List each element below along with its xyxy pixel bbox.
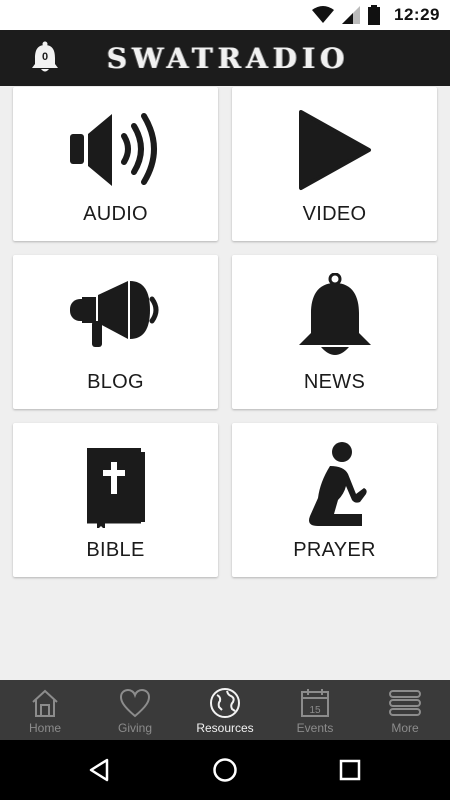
status-time: 12:29 [394,5,440,24]
tab-label: Home [28,721,61,735]
menu-icon [389,690,421,716]
tab-more[interactable]: More [360,680,450,740]
tab-label: More [391,721,419,735]
battery-icon [368,5,381,25]
system-nav-bar [0,740,450,800]
tab-home[interactable]: Home [0,680,90,740]
tile-prayer[interactable]: PRAYER [232,423,437,577]
tile-audio[interactable]: AUDIO [13,87,218,241]
tile-video[interactable]: VIDEO [232,87,437,241]
wifi-icon [312,6,335,23]
back-triangle-icon [89,758,109,782]
recents-square-icon [339,759,361,781]
tile-bible[interactable]: BIBLE [13,423,218,577]
bible-icon [86,448,145,528]
notifications-button[interactable]: 0 [28,40,62,76]
calendar-day: 15 [309,705,321,716]
tile-label: BLOG [87,371,144,393]
tile-news[interactable]: NEWS [232,255,437,409]
status-bar: 12:29 [0,0,450,30]
notification-count: 0 [41,51,49,63]
tile-blog[interactable]: BLOG [13,255,218,409]
megaphone-icon [69,281,158,347]
heart-icon [119,688,151,718]
nav-back-button[interactable] [84,755,114,785]
tile-label: AUDIO [83,203,148,225]
play-icon [298,110,371,190]
tile-label: PRAYER [293,539,376,561]
nav-home-button[interactable] [210,755,240,785]
praying-person-icon [308,442,367,526]
brand-logo: SWATRADIO [106,41,350,75]
speaker-icon [69,113,157,186]
globe-icon [210,688,240,718]
tile-label: VIDEO [302,203,367,225]
app-header: 0 SWATRADIO [0,30,450,86]
tab-label: Events [296,721,334,735]
cell-signal-icon [342,6,361,24]
tab-events[interactable]: 15 Events [270,680,360,740]
tab-label: Resources [196,721,254,735]
tile-label: NEWS [303,371,366,393]
bottom-tab-bar: Home Giving Resources 15 Events More [0,680,450,740]
home-circle-icon [213,758,237,782]
tab-label: Giving [117,721,152,735]
tab-resources[interactable]: Resources [180,680,270,740]
tab-giving[interactable]: Giving [90,680,180,740]
bell-icon [298,273,371,355]
tile-label: BIBLE [86,539,145,561]
nav-recents-button[interactable] [335,755,365,785]
home-icon [32,689,58,717]
